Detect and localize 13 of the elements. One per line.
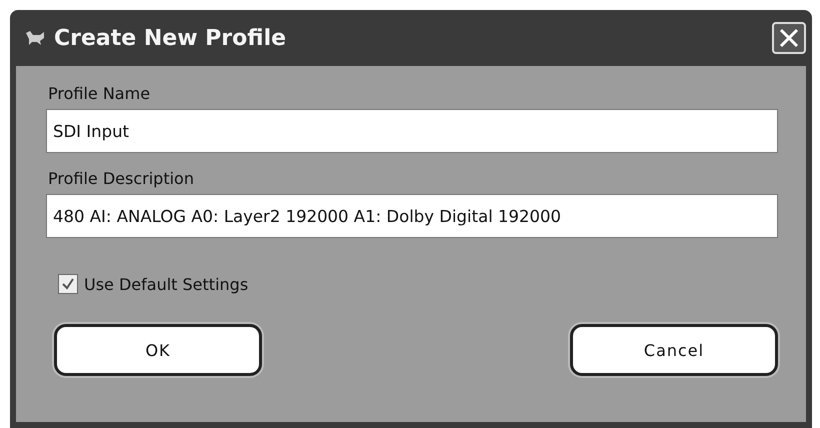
check-icon [61, 277, 75, 291]
input-field[interactable]: 480 AI: ANALOG A0: Layer2 192000 A1: Dolby Digital 192000 [46, 194, 778, 238]
window-title: Create New Profile [54, 26, 288, 50]
dialog-button[interactable]: OK [54, 324, 262, 376]
close-button[interactable] [772, 22, 806, 54]
checkbox[interactable] [58, 274, 78, 294]
input-field[interactable]: SDI Input [46, 109, 778, 153]
field-label: Profile Description [48, 169, 195, 188]
close-icon [778, 27, 800, 49]
checkbox-label: Use Default Settings [84, 274, 248, 294]
field-label: Profile Name [48, 84, 152, 103]
animal-icon [24, 29, 46, 47]
dialog-button[interactable]: Cancel [570, 324, 778, 376]
